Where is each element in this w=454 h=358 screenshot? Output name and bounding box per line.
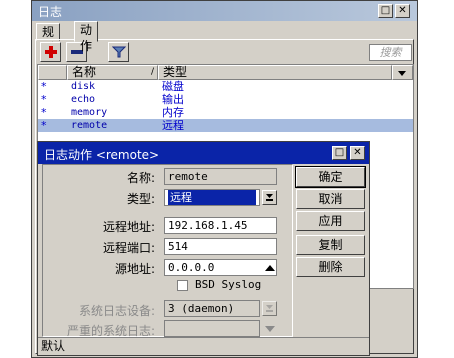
list-item-type: 输出 <box>162 93 184 106</box>
restore-button[interactable]: □ <box>378 4 393 18</box>
chevron-down-icon <box>266 194 273 201</box>
column-name[interactable]: 名称 / <box>67 65 158 80</box>
list-item-name: echo <box>71 94 96 105</box>
list-item-type: 内存 <box>162 106 184 119</box>
list-item-name: remote <box>71 120 108 131</box>
dialog-titlebar[interactable]: 日志动作 <remote> □ ✕ <box>38 142 369 164</box>
type-dropdown-button[interactable] <box>262 190 277 205</box>
column-name-label: 名称 <box>72 65 97 79</box>
remote-port-label: 远程端口: <box>102 241 155 255</box>
dialog-title: 日志动作 <remote> <box>44 148 160 162</box>
dialog-close-button[interactable]: ✕ <box>350 146 365 160</box>
list-header: 名称 / 类型 <box>38 65 413 80</box>
ok-button[interactable]: 确定 <box>295 166 366 188</box>
dialog-form: 名称: remote 类型: 远程 远程地址: 192.168.1.45 远程端… <box>42 164 293 338</box>
column-type[interactable]: 类型 <box>158 65 392 80</box>
bsd-syslog-checkbox[interactable] <box>177 280 188 291</box>
list-item[interactable]: * echo 输出 <box>38 93 413 106</box>
remove-button[interactable]: 删除 <box>296 257 365 277</box>
name-field[interactable]: remote <box>164 168 277 185</box>
chevron-down-icon <box>398 71 406 76</box>
list-item-flag: * <box>41 93 47 106</box>
add-button[interactable] <box>40 42 61 62</box>
copy-button[interactable]: 复制 <box>296 235 365 255</box>
list-item[interactable]: * disk 磁盘 <box>38 80 413 93</box>
list-item[interactable]: * memory 内存 <box>38 106 413 119</box>
log-action-dialog: 日志动作 <remote> □ ✕ 名称: remote 类型: 远程 远程地址… <box>37 141 370 356</box>
filter-button[interactable] <box>108 42 129 62</box>
name-label: 名称: <box>126 171 155 185</box>
syslog-facility-dropdown-button[interactable] <box>262 301 277 316</box>
list-item-name: memory <box>71 107 108 118</box>
find-input[interactable]: 搜索 <box>369 44 412 61</box>
list-item-type: 远程 <box>162 119 184 132</box>
column-flag[interactable] <box>38 65 67 80</box>
close-button[interactable]: ✕ <box>395 4 410 18</box>
column-chooser[interactable] <box>392 65 413 80</box>
log-window-titlebar[interactable]: 日志 □ ✕ <box>32 1 417 21</box>
src-address-field[interactable]: 0.0.0.0 <box>164 259 277 276</box>
bsd-syslog-label: BSD Syslog <box>195 278 262 291</box>
log-window-title: 日志 <box>38 5 63 19</box>
list-item-name: disk <box>71 81 96 92</box>
type-select-value: 远程 <box>168 190 256 205</box>
list-item-type: 磁盘 <box>162 80 184 93</box>
status-bar: 默认 <box>38 337 369 355</box>
src-address-label: 源地址: <box>114 262 155 276</box>
sort-icon: / <box>150 67 154 77</box>
apply-button[interactable]: 应用 <box>296 211 365 231</box>
type-label: 类型: <box>126 192 155 206</box>
dialog-restore-button[interactable]: □ <box>332 146 347 160</box>
syslog-severity-select[interactable] <box>164 320 260 337</box>
remote-address-field[interactable]: 192.168.1.45 <box>164 217 277 234</box>
tab-actions[interactable]: 动作 <box>74 21 99 53</box>
syslog-facility-label: 系统日志设备: <box>78 304 155 318</box>
list-item-selected[interactable]: * remote 远程 <box>38 119 413 132</box>
list-item-flag: * <box>41 119 47 132</box>
remote-port-field[interactable]: 514 <box>164 238 277 255</box>
chevron-down-icon <box>266 305 273 312</box>
remote-address-label: 远程地址: <box>102 220 155 234</box>
plus-icon <box>45 46 57 58</box>
list-item-flag: * <box>41 106 47 119</box>
chevron-up-icon[interactable] <box>264 264 276 272</box>
column-type-label: 类型 <box>163 65 188 79</box>
funnel-icon <box>112 46 126 58</box>
chevron-down-icon[interactable] <box>264 325 276 333</box>
syslog-facility-select[interactable]: 3 (daemon) <box>164 300 260 317</box>
list-item-flag: * <box>41 80 47 93</box>
type-select[interactable]: 远程 <box>164 189 260 206</box>
cancel-button[interactable]: 取消 <box>296 189 365 209</box>
